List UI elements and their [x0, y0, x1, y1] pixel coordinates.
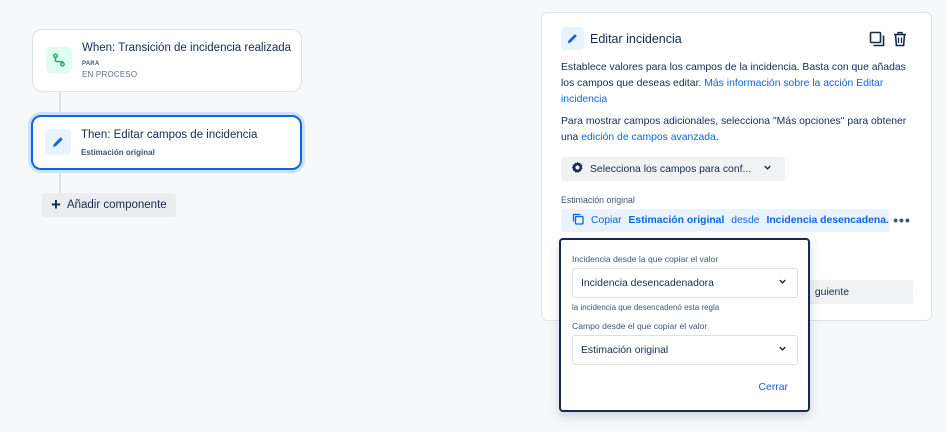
select-fields-button[interactable]: Selecciona los campos para conf... — [561, 157, 785, 181]
next-button-label: guiente — [814, 286, 849, 298]
source-issue-value: Incidencia desencadenadora — [581, 277, 714, 289]
plus-icon: + — [51, 195, 61, 214]
pencil-icon — [561, 27, 584, 50]
more-options-text: Para mostrar campos adicionales, selecci… — [561, 114, 919, 146]
select-fields-label: Selecciona los campos para conf... — [590, 163, 752, 175]
chevron-down-icon — [778, 344, 787, 356]
add-component-label: Añadir componente — [66, 199, 167, 211]
pencil-icon — [45, 129, 71, 155]
chevron-down-icon — [778, 277, 787, 289]
copy-field: Estimación original — [628, 215, 725, 226]
trigger-to-label: PARA — [82, 61, 100, 67]
action-card-selected[interactable]: Then: Editar campos de incidencia Estima… — [31, 115, 302, 170]
copy-middle: desde — [728, 215, 763, 226]
gear-icon — [571, 161, 584, 177]
source-issue-help: la incidencia que desencadenó esta regla — [572, 303, 720, 312]
copy-value-popup: Incidencia desde la que copiar el valor … — [559, 238, 810, 412]
copy-source: Incidencia desencadena... — [766, 215, 889, 226]
copy-icon — [572, 213, 584, 228]
original-estimate-label: Estimación original — [561, 195, 635, 205]
flow-connector — [59, 92, 61, 115]
panel-description: Establece valores para los campos de la … — [561, 60, 919, 108]
source-field-value: Estimación original — [581, 344, 669, 356]
close-button[interactable]: Cerrar — [759, 382, 788, 393]
trigger-title: When: Transición de incidencia realizada — [82, 42, 292, 54]
flow-connector — [59, 170, 61, 193]
branch-transition-icon — [46, 47, 72, 73]
source-issue-label: Incidencia desde la que copiar el valor — [572, 254, 719, 264]
action-title: Then: Editar campos de incidencia — [81, 129, 258, 141]
add-component-button[interactable]: + Añadir componente — [42, 193, 176, 217]
panel-title: Editar incidencia — [590, 32, 682, 46]
action-subtitle: Estimación original — [81, 148, 155, 157]
source-issue-select[interactable]: Incidencia desencadenadora — [572, 268, 798, 298]
source-field-select[interactable]: Estimación original — [572, 335, 798, 365]
duplicate-icon[interactable] — [867, 29, 887, 49]
trigger-card[interactable]: When: Transición de incidencia realizada… — [32, 29, 302, 92]
more-options-suffix: . — [715, 132, 719, 143]
copy-prefix: Copiar — [591, 215, 625, 226]
source-field-label: Campo desde el que copiar el valor — [572, 321, 708, 331]
trash-icon[interactable] — [890, 29, 910, 49]
trigger-to-value: EN PROCESO — [82, 70, 138, 79]
more-actions-button[interactable]: ••• — [892, 210, 912, 230]
advanced-editing-link[interactable]: edición de campos avanzada — [581, 132, 716, 143]
copy-value-chip[interactable]: Copiar Estimación original desde Inciden… — [561, 209, 889, 232]
chevron-down-icon — [763, 163, 772, 175]
